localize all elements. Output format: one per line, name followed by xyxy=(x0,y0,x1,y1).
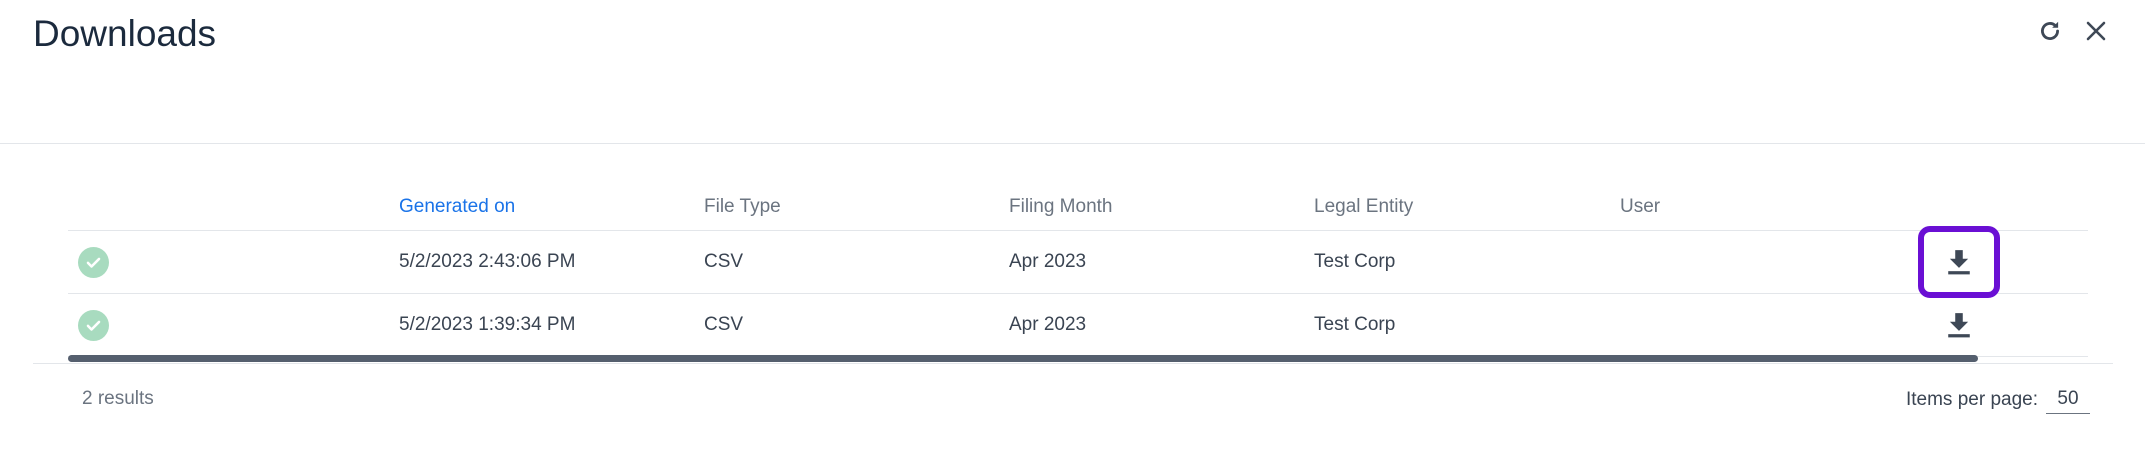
table-row: 5/2/2023 2:43:06 PM CSV Apr 2023 Test Co… xyxy=(68,226,2088,298)
download-button[interactable] xyxy=(1918,289,2000,361)
column-header-status xyxy=(78,184,138,230)
footer-divider xyxy=(33,363,2113,364)
close-icon xyxy=(2086,21,2106,41)
items-per-page-label: Items per page: xyxy=(1905,389,2038,410)
table-header-row: Generated on File Type Filing Month Lega… xyxy=(68,184,2088,231)
status-cell xyxy=(78,231,138,293)
column-header-filing-month[interactable]: Filing Month xyxy=(1009,184,1113,230)
column-header-generated-on[interactable]: Generated on xyxy=(399,184,515,230)
column-header-file-type[interactable]: File Type xyxy=(704,184,781,230)
download-icon xyxy=(1948,313,1970,338)
generated-on-cell: 5/2/2023 2:43:06 PM xyxy=(399,251,576,272)
horizontal-scrollbar[interactable] xyxy=(68,355,1978,362)
actions-cell xyxy=(1918,226,2000,298)
filing-month-cell: Apr 2023 xyxy=(1009,314,1087,335)
check-circle-icon xyxy=(78,309,109,341)
legal-entity-cell: Test Corp xyxy=(1314,251,1396,272)
download-icon xyxy=(1948,250,1970,275)
column-header-user[interactable]: User xyxy=(1620,184,1660,230)
download-button[interactable] xyxy=(1918,226,2000,298)
legal-entity-cell: Test Corp xyxy=(1314,314,1396,335)
downloads-table: Generated on File Type Filing Month Lega… xyxy=(68,184,2088,357)
file-type-cell: CSV xyxy=(704,314,744,335)
refresh-icon xyxy=(2041,21,2059,40)
table-row: 5/2/2023 1:39:34 PM CSV Apr 2023 Test Co… xyxy=(68,294,2088,357)
generated-on-cell: 5/2/2023 1:39:34 PM xyxy=(399,314,576,335)
file-type-cell: CSV xyxy=(704,251,744,272)
items-per-page: Items per page: 50 xyxy=(1906,386,2090,414)
column-header-actions xyxy=(1918,184,2000,230)
status-cell xyxy=(78,294,138,356)
results-count: 2 results xyxy=(82,388,154,409)
items-per-page-select[interactable]: 50 xyxy=(2046,386,2090,414)
header-actions xyxy=(2035,16,2111,46)
actions-cell xyxy=(1918,294,2000,356)
page-title: Downloads xyxy=(33,13,217,54)
refresh-button[interactable] xyxy=(2035,16,2065,46)
column-header-legal-entity[interactable]: Legal Entity xyxy=(1314,184,1413,230)
dialog-header: Downloads xyxy=(0,0,2145,144)
check-circle-icon xyxy=(78,246,109,278)
filing-month-cell: Apr 2023 xyxy=(1009,251,1087,272)
close-button[interactable] xyxy=(2081,16,2111,46)
